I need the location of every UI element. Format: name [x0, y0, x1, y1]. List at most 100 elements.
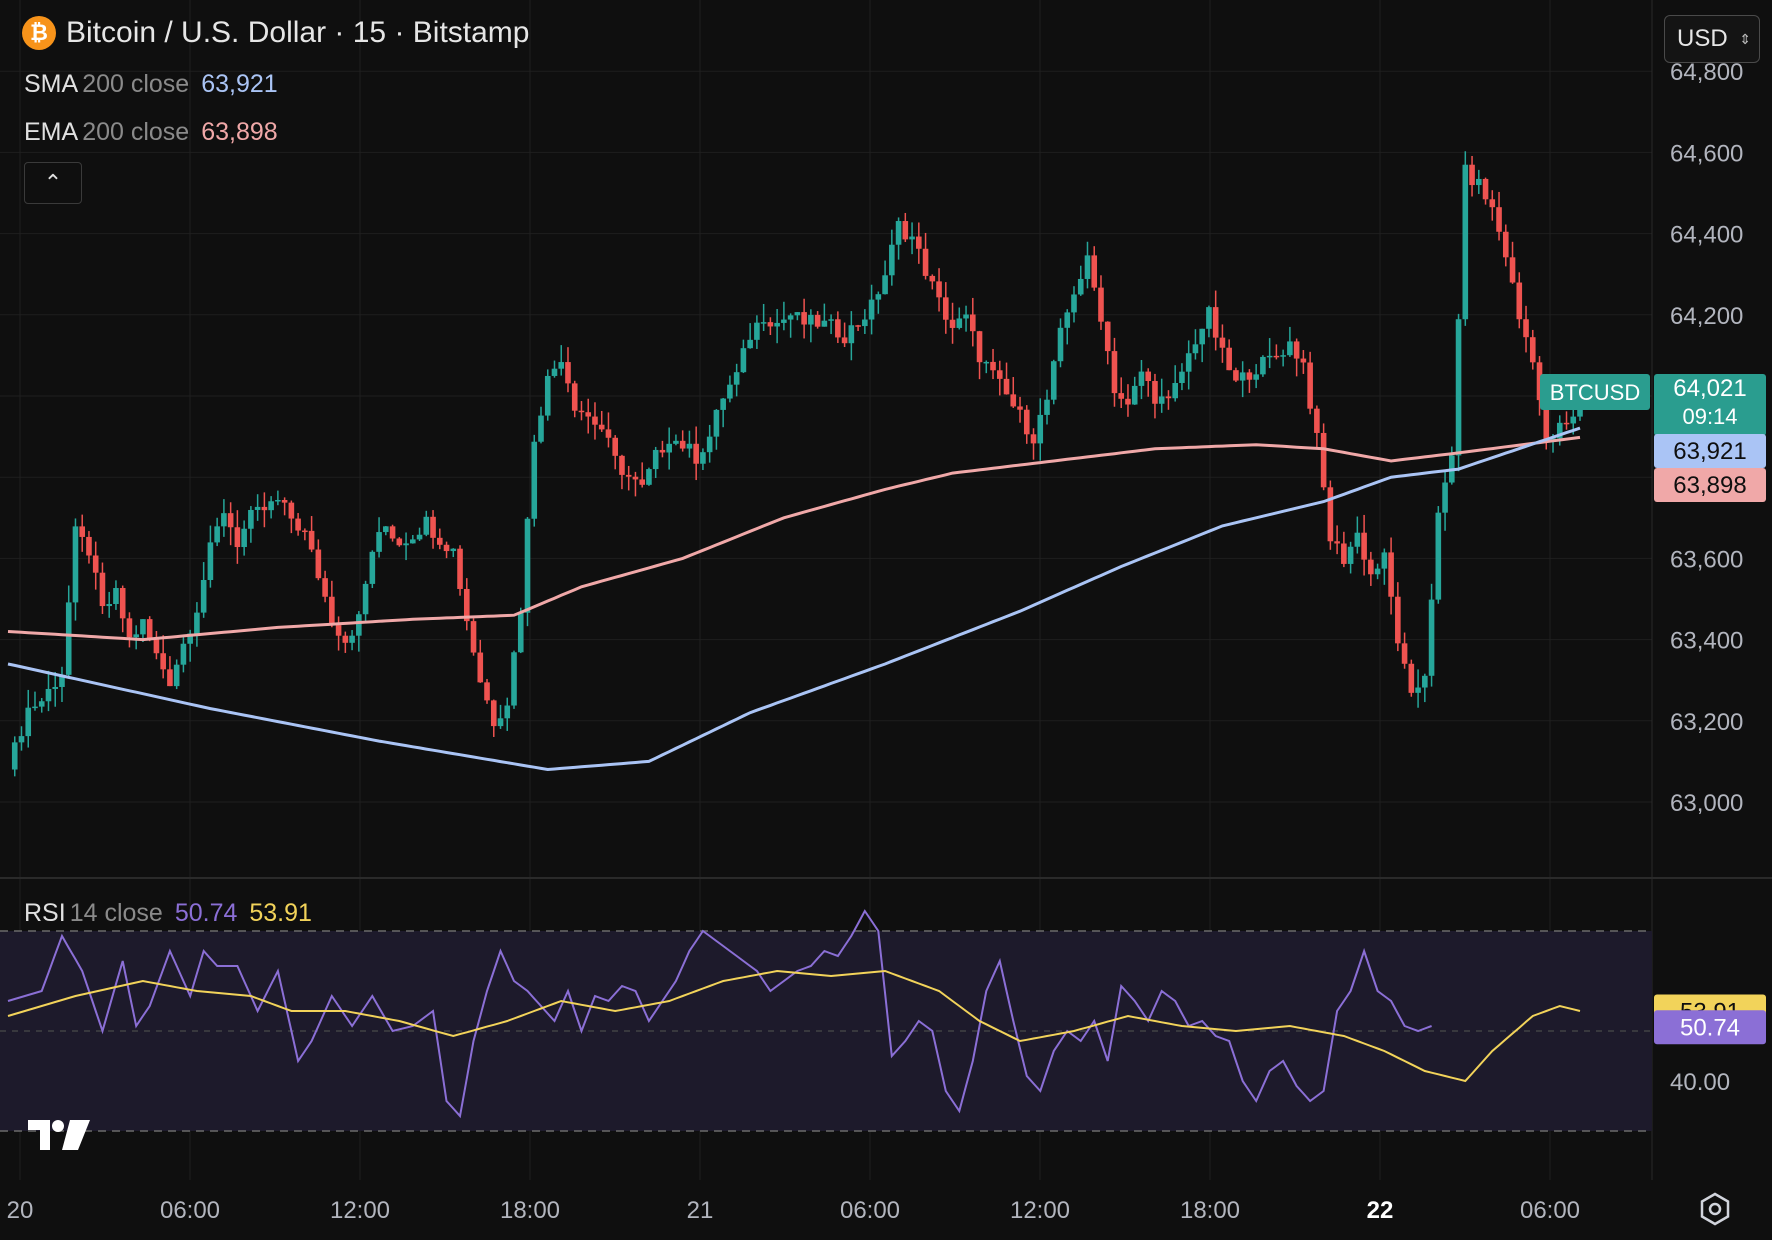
candle-body: [882, 275, 888, 295]
price-tick-label: 63,600: [1670, 546, 1743, 573]
candle-body: [754, 322, 760, 340]
candle-body: [524, 518, 531, 613]
candle-body: [956, 318, 963, 328]
candle-body: [261, 506, 268, 511]
price-chart[interactable]: 63,00063,20063,40063,60063,80064,00064,2…: [0, 0, 1772, 1240]
candle-body: [383, 526, 389, 533]
candle-body: [1529, 337, 1536, 363]
chevron-updown-icon: ⇕: [1739, 30, 1751, 47]
candle-body: [140, 619, 146, 635]
candle-body: [329, 596, 335, 626]
candle-body: [52, 686, 59, 689]
candle-body: [1071, 294, 1077, 313]
candle-body: [1253, 374, 1259, 380]
candle-body: [281, 499, 288, 503]
tradingview-logo-icon[interactable]: [28, 1118, 92, 1152]
candle-body: [1111, 351, 1118, 394]
rsi-value-tag: 50.74: [1680, 1014, 1740, 1041]
candle-body: [126, 618, 133, 638]
candle-body: [598, 424, 605, 430]
candle-body: [1098, 287, 1104, 322]
currency-select[interactable]: USD ⇕: [1664, 15, 1760, 63]
candle-body: [200, 579, 207, 613]
candle-body: [868, 299, 875, 320]
candle-body: [875, 294, 882, 300]
candle-body: [1206, 307, 1212, 329]
time-tick-label: 06:00: [840, 1197, 900, 1224]
candle-body: [113, 588, 119, 605]
candle-body: [160, 653, 166, 670]
candle-body: [1030, 434, 1037, 444]
sma-legend[interactable]: SMA 200 close 63,921: [24, 70, 278, 99]
candle-body: [214, 526, 220, 543]
candle-body: [990, 361, 996, 371]
candle-body: [1091, 255, 1098, 288]
last-price-label: 64,021: [1673, 375, 1746, 402]
countdown-label: 09:14: [1682, 404, 1737, 429]
candle-body: [1489, 199, 1496, 208]
candle-body: [821, 320, 828, 327]
ema-legend[interactable]: EMA 200 close 63,898: [24, 118, 278, 147]
candle-body: [1563, 422, 1570, 425]
candle-body: [1374, 568, 1381, 575]
candle-body: [167, 669, 173, 687]
candle-body: [173, 664, 180, 687]
candle-body: [605, 429, 612, 438]
sma-price-tag: 63,921: [1673, 438, 1746, 465]
settings-icon[interactable]: [1698, 1192, 1732, 1226]
candle-body: [389, 526, 396, 539]
rsi-legend[interactable]: RSI 14 close 50.74 53.91: [24, 899, 312, 928]
collapse-legend-button[interactable]: ⌃: [24, 162, 82, 204]
candle-body: [1037, 414, 1044, 444]
candle-body: [1165, 396, 1172, 399]
candle-body: [275, 499, 281, 502]
candle-body: [1422, 675, 1428, 688]
candle-body: [538, 415, 544, 442]
candle-body: [727, 384, 733, 399]
candle-body: [86, 536, 92, 556]
candle-body: [808, 314, 814, 325]
candle-body: [1145, 371, 1152, 382]
candle-body: [841, 337, 848, 344]
candle-body: [1172, 383, 1178, 399]
candle-body: [612, 437, 619, 456]
candle-body: [862, 319, 868, 327]
candle-body: [1104, 321, 1111, 352]
candle-body: [963, 314, 969, 319]
candle-body: [1179, 371, 1185, 384]
candle-body: [490, 700, 497, 727]
symbol-title[interactable]: Bitcoin / U.S. Dollar · 15 · Bitstamp: [66, 16, 529, 50]
candle-body: [693, 443, 699, 464]
candle-body: [1266, 355, 1273, 358]
candle-body: [1280, 355, 1286, 357]
candle-body: [119, 588, 126, 619]
candle-body: [45, 688, 52, 702]
candle-body: [308, 530, 315, 550]
candle-body: [1003, 378, 1010, 395]
candle-body: [72, 526, 79, 603]
candle-body: [969, 314, 976, 332]
ema-name: EMA: [24, 118, 79, 146]
candle-body: [497, 718, 504, 727]
candle-body: [1287, 341, 1293, 356]
candle-body: [484, 682, 490, 701]
candle-body: [79, 526, 86, 537]
candle-body: [423, 516, 430, 535]
candle-body: [362, 583, 369, 615]
price-tick-label: 64,200: [1670, 303, 1743, 330]
candle-body: [1408, 663, 1415, 693]
bitcoin-icon: ₿: [22, 16, 56, 50]
price-tick-label: 64,600: [1670, 140, 1743, 167]
candle-body: [416, 534, 423, 540]
candle-body: [1158, 396, 1165, 404]
candle-body: [1341, 543, 1347, 564]
candle-body: [106, 604, 113, 607]
candle-body: [1219, 337, 1226, 348]
candle-body: [700, 452, 706, 464]
candle-body: [760, 322, 767, 324]
candle-body: [335, 625, 342, 636]
candle-body: [369, 551, 376, 584]
candle-body: [92, 555, 99, 573]
candle-body: [302, 530, 308, 533]
currency-label: USD: [1677, 25, 1728, 52]
